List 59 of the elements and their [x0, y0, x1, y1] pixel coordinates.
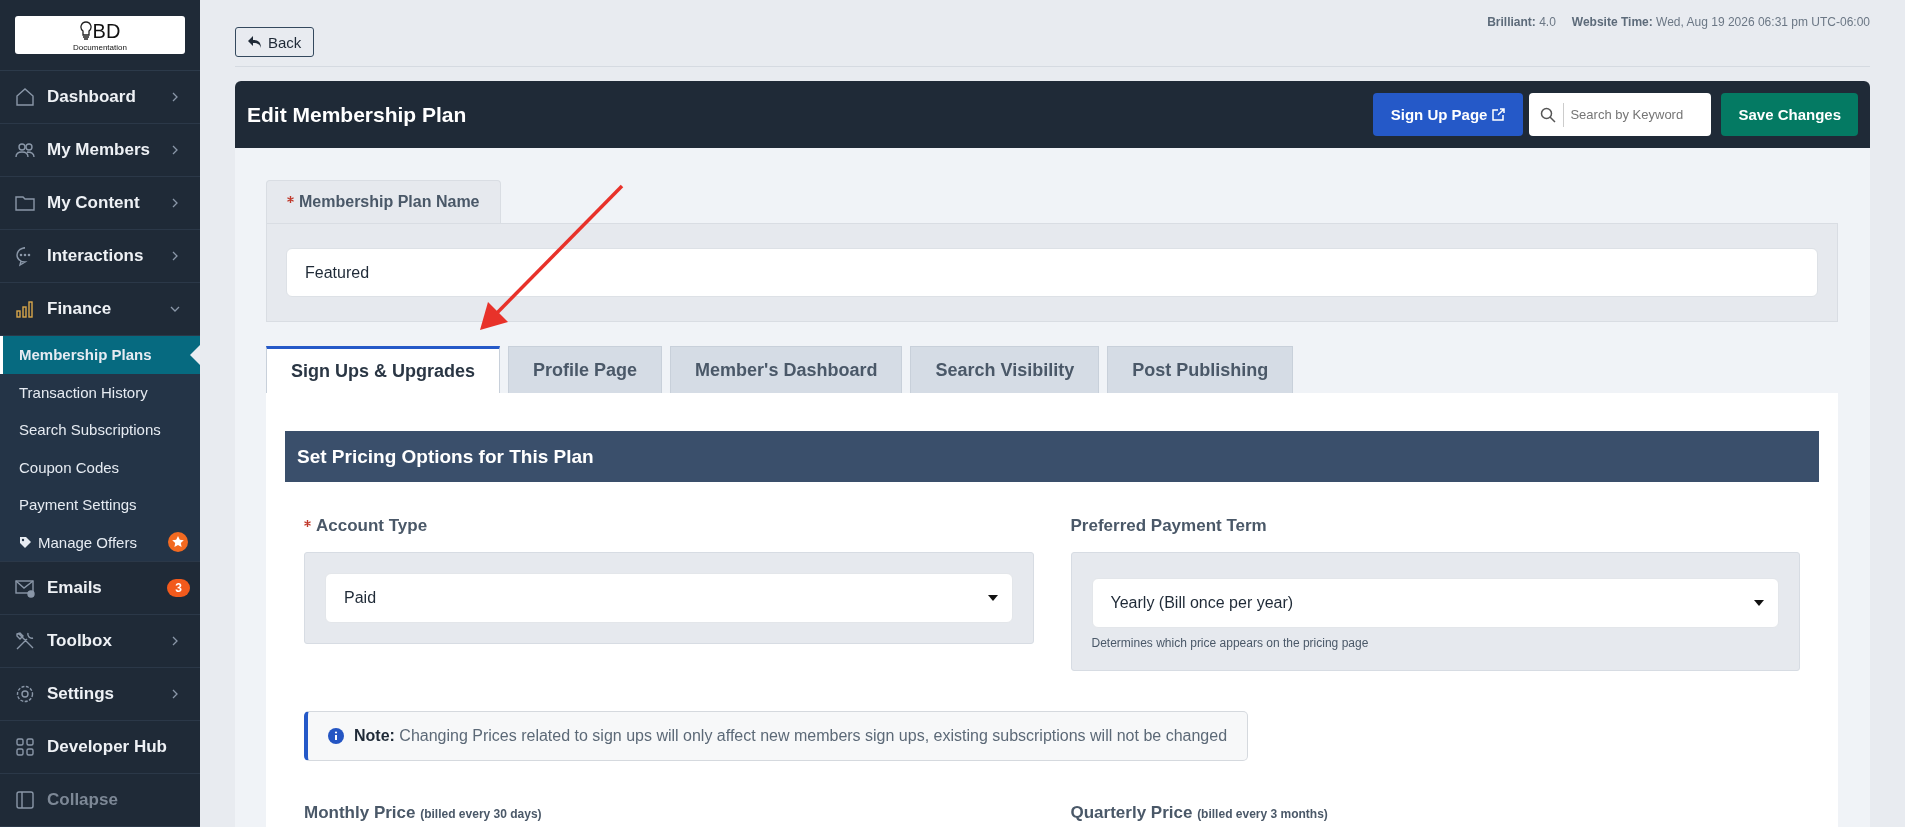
- field-label: Quarterly Price (billed every 3 months): [1070, 803, 1329, 823]
- logo-subtitle: Documentation: [72, 43, 128, 52]
- search-icon: [1540, 107, 1557, 123]
- tools-icon: [14, 630, 36, 652]
- info-icon: [328, 728, 344, 744]
- back-button[interactable]: Back: [235, 27, 315, 57]
- selection-pointer-icon: [190, 344, 200, 365]
- field-label: Monthly Price (billed every 30 days): [304, 803, 543, 823]
- grid-icon: [14, 736, 36, 758]
- count-badge: 3: [167, 579, 190, 597]
- logo[interactable]: BD Documentation: [15, 16, 185, 54]
- sidebar-item[interactable]: My Content: [0, 177, 200, 230]
- field-label: Preferred Payment Term: [1070, 516, 1267, 536]
- tag-icon: [19, 535, 32, 549]
- tab[interactable]: Member's Dashboard: [670, 346, 903, 393]
- sign-up-page-button[interactable]: Sign Up Page: [1372, 93, 1524, 136]
- tab[interactable]: Post Publishing: [1107, 346, 1294, 393]
- panel-icon: [14, 789, 36, 811]
- submenu-item[interactable]: Membership Plans: [0, 336, 200, 374]
- sidebar-item[interactable]: Settings: [0, 668, 200, 721]
- dropdown[interactable]: Yearly (Bill once per year): [1091, 578, 1779, 628]
- save-changes-button[interactable]: Save Changes: [1721, 93, 1858, 136]
- gear-icon: [14, 683, 36, 705]
- caret-down-icon: [1754, 600, 1764, 606]
- sidebar-item[interactable]: Emails 3: [0, 562, 200, 615]
- caret-down-icon: [987, 595, 998, 601]
- bar-chart-icon: [14, 298, 36, 320]
- tab[interactable]: Profile Page: [508, 346, 663, 393]
- meta-info: Website Time: Wed, Aug 19 2026 06:31 pm UTC-06:00: [1571, 15, 1870, 29]
- plan-name-field[interactable]: Featured: [286, 248, 1818, 297]
- tab[interactable]: Search Visibility: [910, 346, 1100, 393]
- sidebar-item[interactable]: Interactions: [0, 230, 200, 283]
- meta-info: Brilliant: 4.0: [1487, 15, 1556, 29]
- page-title: Edit Membership Plan: [247, 102, 467, 127]
- submenu-item[interactable]: Search Subscriptions: [0, 411, 200, 449]
- home-icon: [14, 86, 36, 108]
- logo-title: BD: [92, 19, 121, 43]
- submenu-item[interactable]: Transaction History: [0, 373, 200, 411]
- submenu-item[interactable]: Coupon Codes: [0, 448, 200, 486]
- external-link-icon: [1492, 108, 1506, 121]
- sidebar-item[interactable]: Dashboard: [0, 71, 200, 124]
- star-badge-icon: [168, 532, 188, 553]
- sidebar-item[interactable]: Developer Hub: [0, 721, 200, 774]
- submenu-item[interactable]: Manage Offers: [0, 523, 200, 561]
- submenu-item[interactable]: Payment Settings: [0, 486, 200, 524]
- search-field[interactable]: Search by Keyword: [1529, 93, 1712, 136]
- envelope-icon: [14, 577, 36, 599]
- help-text: Determines which price appears on the pricing page: [1091, 636, 1370, 650]
- tab[interactable]: Sign Ups & Upgrades: [266, 346, 501, 393]
- sidebar-item[interactable]: My Members: [0, 124, 200, 177]
- note-text: Note: Changing Prices related to sign ups will only affect new members sign ups, existing subscriptions will not be changed: [354, 727, 1228, 745]
- sidebar-item[interactable]: Toolbox: [0, 615, 200, 668]
- dropdown[interactable]: Paid: [325, 573, 1013, 623]
- sidebar-item[interactable]: Collapse: [0, 774, 200, 827]
- field-label: Account Type: [316, 516, 428, 536]
- field-label: Membership Plan Name: [299, 193, 480, 211]
- reply-arrow-icon: [248, 36, 262, 48]
- lightbulb-icon: [79, 21, 92, 41]
- section-header: Set Pricing Options for This Plan: [285, 431, 1819, 482]
